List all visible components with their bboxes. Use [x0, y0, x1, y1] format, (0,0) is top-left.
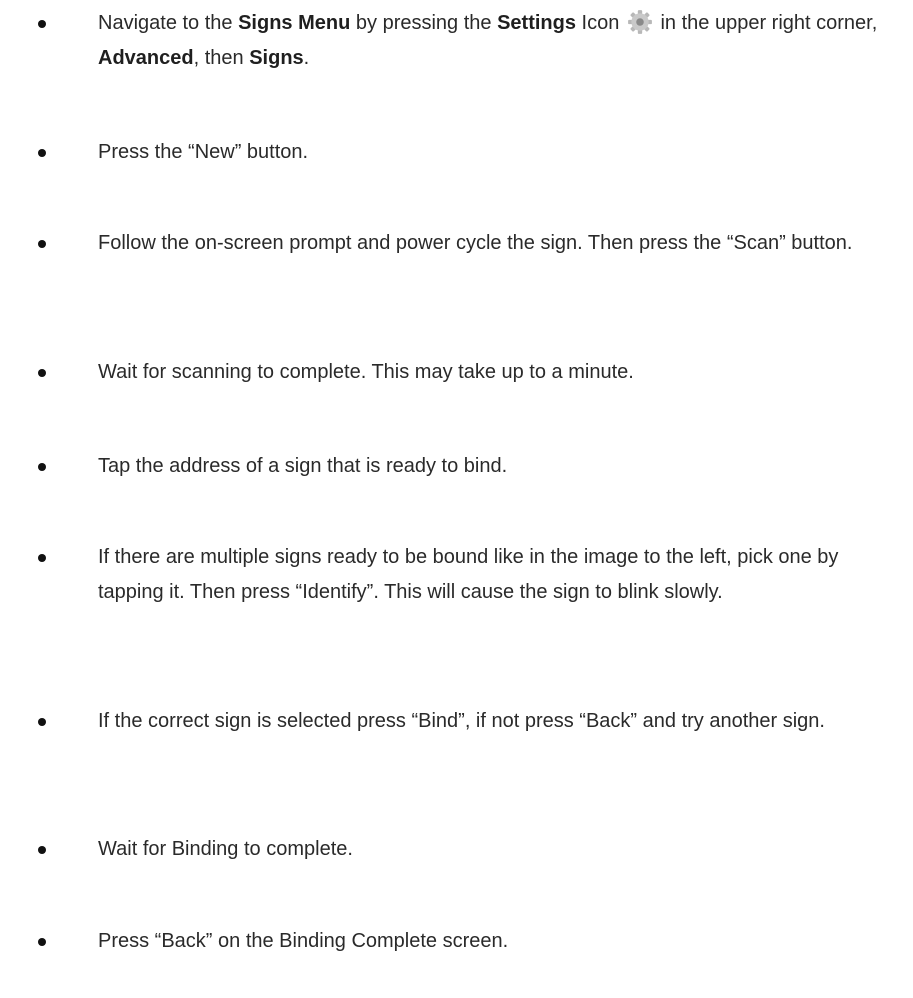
step-text-segment: Press “Back” on the Binding Complete scr… — [98, 930, 509, 952]
step-text: Follow the on-screen prompt and power cy… — [98, 226, 888, 261]
step-text: Wait for scanning to complete. This may … — [98, 355, 888, 390]
bullet-icon — [38, 718, 46, 726]
bullet-icon — [38, 554, 46, 562]
step-text: Navigate to the Signs Menu by pressing t… — [98, 6, 888, 76]
step-text-segment: Wait for Binding to complete. — [98, 838, 353, 860]
step-emphasis: Settings — [497, 12, 576, 34]
step-text-segment: Navigate to the — [98, 12, 239, 34]
step-text-segment: . — [303, 47, 310, 69]
step-emphasis: Advanced — [98, 47, 194, 69]
bullet-icon — [38, 369, 46, 377]
step-emphasis: Signs — [249, 47, 304, 69]
bullet-icon — [38, 240, 46, 248]
step-text-segment: If there are multiple signs ready to be … — [98, 546, 839, 603]
bullet-icon — [38, 846, 46, 854]
step-text-segment: by pressing the — [350, 12, 498, 34]
step-text-segment: Icon — [575, 12, 625, 34]
bullet-icon — [38, 20, 46, 28]
step-text: Press the “New” button. — [98, 135, 888, 170]
step-text-segment: in the upper right corner, — [654, 12, 878, 34]
bullet-icon — [38, 149, 46, 157]
bullet-icon — [38, 938, 46, 946]
step-text-segment: Tap the address of a sign that is ready … — [98, 455, 508, 477]
step-text: Tap the address of a sign that is ready … — [98, 449, 888, 484]
instruction-document: Navigate to the Signs Menu by pressing t… — [0, 0, 913, 998]
step-text: Press “Back” on the Binding Complete scr… — [98, 924, 888, 959]
bullet-icon — [38, 463, 46, 471]
step-text-segment: Follow the on-screen prompt and power cy… — [98, 232, 853, 254]
step-text: If the correct sign is selected press “B… — [98, 704, 888, 739]
step-text-segment: If the correct sign is selected press “B… — [98, 710, 825, 732]
step-text: Wait for Binding to complete. — [98, 832, 888, 867]
step-emphasis: Signs Menu — [238, 12, 351, 34]
settings-gear-icon — [627, 10, 652, 34]
step-text-segment: Press the “New” button. — [98, 141, 309, 163]
step-text: If there are multiple signs ready to be … — [98, 540, 888, 610]
step-text-segment: Wait for scanning to complete. This may … — [98, 361, 634, 383]
step-text-segment: , then — [193, 47, 250, 69]
